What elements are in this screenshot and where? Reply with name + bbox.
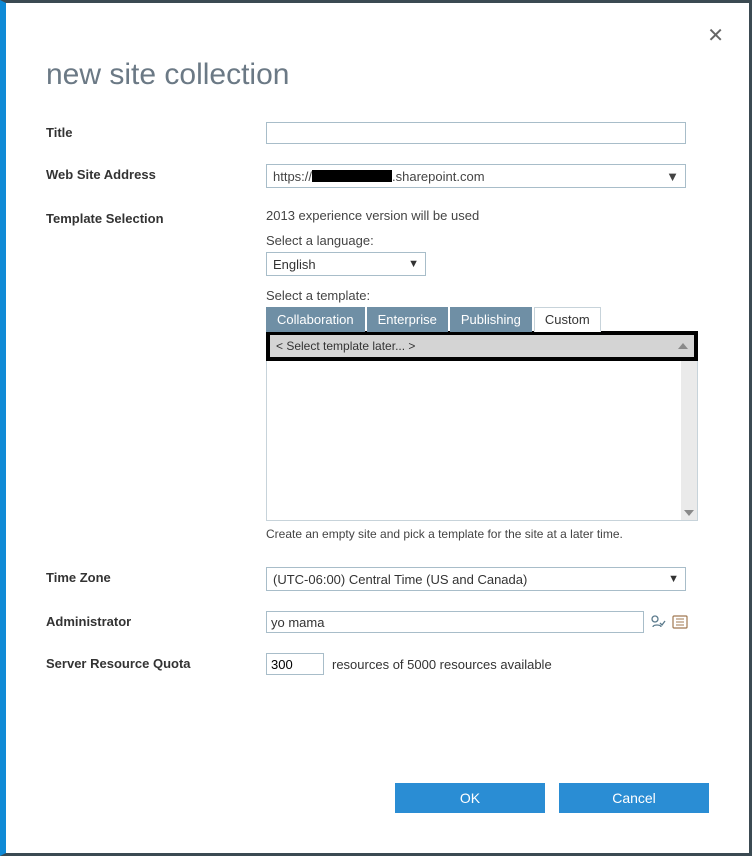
select-language-label: Select a language: [266,233,709,248]
timezone-select-value: (UTC-06:00) Central Time (US and Canada) [273,572,527,587]
ok-button[interactable]: OK [395,783,545,813]
template-selection-label: Template Selection [46,208,266,226]
timezone-label: Time Zone [46,567,266,585]
chevron-down-icon: ▼ [666,169,679,184]
row-address: Web Site Address https:// .sharepoint.co… [46,164,709,188]
template-description: Create an empty site and pick a template… [266,527,698,541]
address-suffix: .sharepoint.com [392,169,485,184]
row-administrator: Administrator [46,611,709,633]
template-version-note: 2013 experience version will be used [266,208,709,223]
close-icon[interactable]: ✕ [707,23,724,48]
tab-enterprise[interactable]: Enterprise [367,307,448,332]
timezone-select[interactable]: (UTC-06:00) Central Time (US and Canada)… [266,567,686,591]
address-select[interactable]: https:// .sharepoint.com ▼ [266,164,686,188]
chevron-down-icon [684,510,694,516]
dialog-title: new site collection [46,58,709,92]
chevron-up-icon [678,343,688,349]
select-template-label: Select a template: [266,288,709,303]
tab-collaboration[interactable]: Collaboration [266,307,365,332]
check-name-icon[interactable] [650,614,666,630]
quota-input[interactable] [266,653,324,675]
quota-suffix: resources of 5000 resources available [332,657,552,672]
title-input[interactable] [266,122,686,144]
row-quota: Server Resource Quota resources of 5000 … [46,653,709,675]
cancel-button[interactable]: Cancel [559,783,709,813]
title-label: Title [46,122,266,140]
dialog-buttons: OK Cancel [395,783,709,813]
address-label: Web Site Address [46,164,266,182]
template-list-body[interactable] [266,361,698,521]
row-timezone: Time Zone (UTC-06:00) Central Time (US a… [46,567,709,591]
tab-publishing[interactable]: Publishing [450,307,532,332]
chevron-down-icon: ▼ [408,258,419,270]
administrator-label: Administrator [46,611,266,629]
row-template-selection: Template Selection 2013 experience versi… [46,208,709,541]
row-title: Title [46,122,709,144]
administrator-input[interactable] [266,611,644,633]
quota-label: Server Resource Quota [46,653,266,671]
browse-people-icon[interactable] [672,614,688,630]
dialog-body: new site collection Title Web Site Addre… [6,3,749,725]
address-prefix: https:// [273,169,312,184]
scrollbar[interactable] [681,361,697,520]
chevron-down-icon: ▼ [668,573,679,585]
template-list-selected-text: < Select template later... > [276,339,415,353]
language-select[interactable]: English ▼ [266,252,426,276]
address-tenant-redacted [312,170,392,182]
template-tabs: Collaboration Enterprise Publishing Cust… [266,307,709,332]
dialog-new-site-collection: ✕ new site collection Title Web Site Add… [0,0,752,856]
tab-custom[interactable]: Custom [534,307,601,332]
language-select-value: English [273,257,316,272]
template-list-highlight: < Select template later... > [266,331,698,361]
template-list-selected[interactable]: < Select template later... > [270,335,694,357]
